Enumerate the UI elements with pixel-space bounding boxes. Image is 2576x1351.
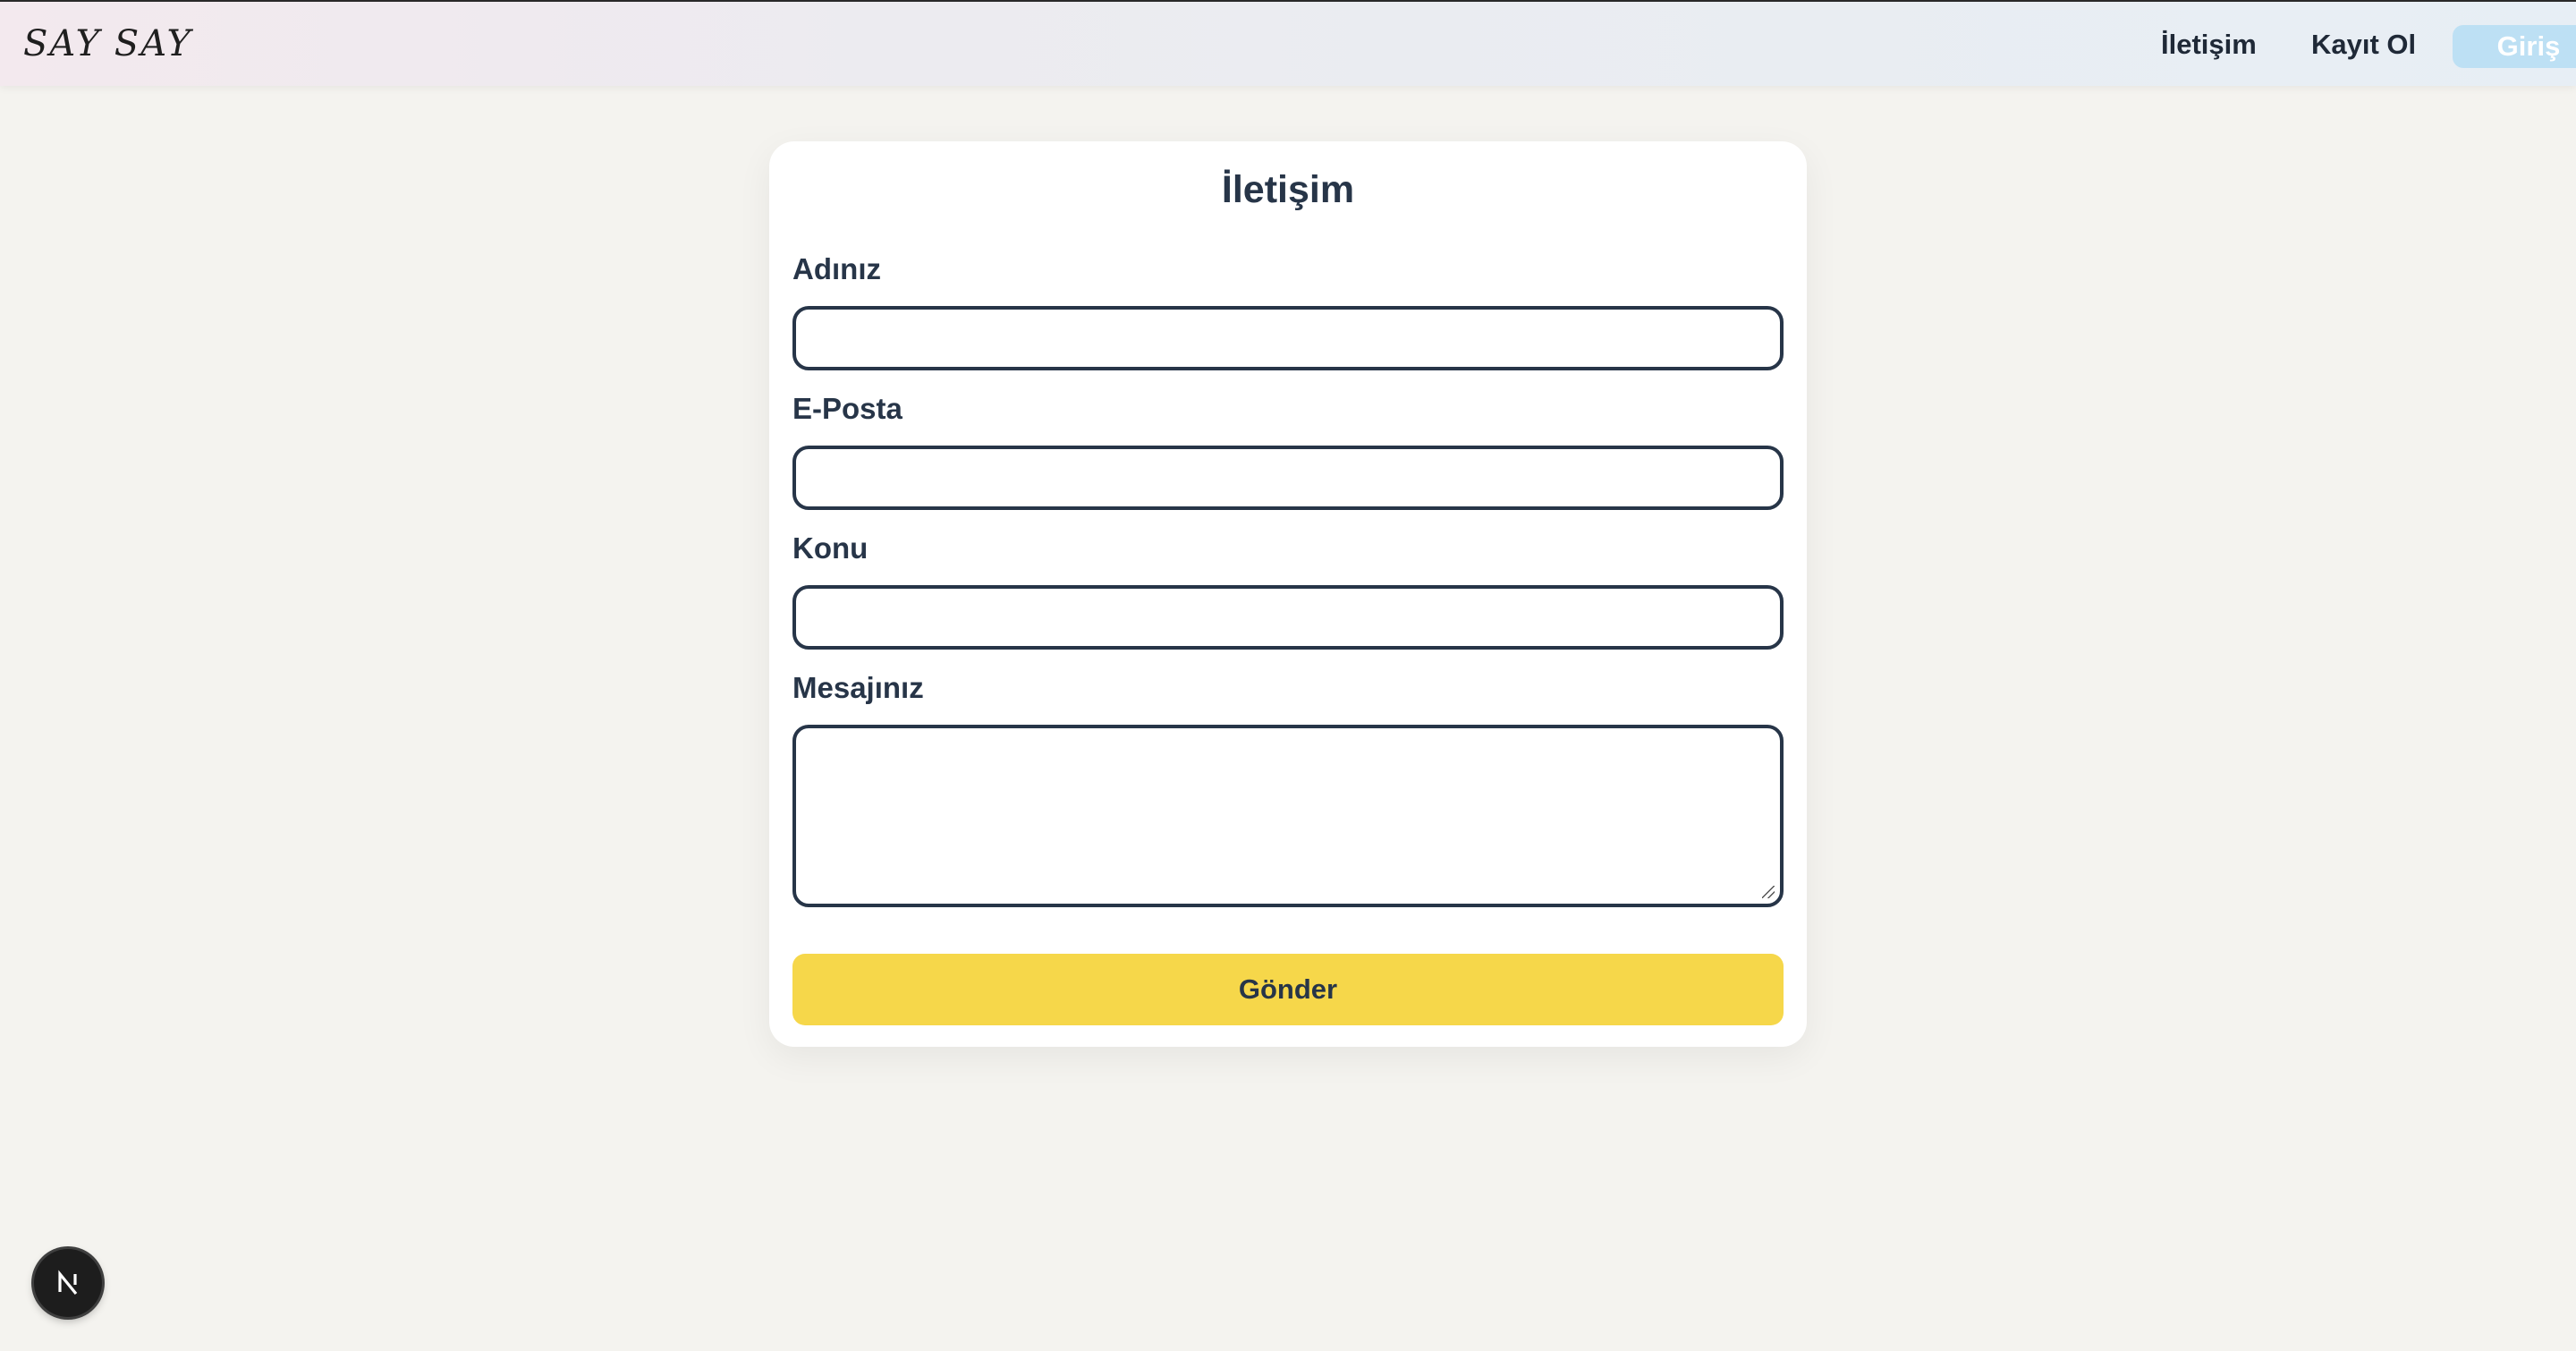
nav-link-contact[interactable]: İletişim: [2161, 29, 2257, 61]
navbar: SAY SAY İletişim Kayıt Ol Giriş: [0, 2, 2576, 86]
contact-form-card: İletişim Adınız E-Posta Konu Mesajınız G…: [769, 141, 1807, 1047]
site-logo[interactable]: SAY SAY: [23, 23, 192, 64]
resize-handle-icon[interactable]: [1762, 886, 1775, 898]
nextjs-dev-badge[interactable]: [34, 1249, 102, 1317]
login-button[interactable]: Giriş: [2453, 25, 2576, 68]
name-label: Adınız: [792, 252, 881, 285]
submit-button[interactable]: Gönder: [792, 954, 1784, 1025]
subject-label: Konu: [792, 531, 869, 565]
nextjs-icon: [58, 1270, 78, 1296]
message-textarea[interactable]: [792, 725, 1784, 907]
subject-input[interactable]: [792, 585, 1784, 650]
form-title: İletişim: [1221, 168, 1355, 211]
message-label: Mesajınız: [792, 671, 924, 704]
email-input[interactable]: [792, 446, 1784, 510]
email-label: E-Posta: [792, 392, 902, 425]
name-input[interactable]: [792, 306, 1784, 370]
nav-link-register[interactable]: Kayıt Ol: [2311, 29, 2416, 61]
